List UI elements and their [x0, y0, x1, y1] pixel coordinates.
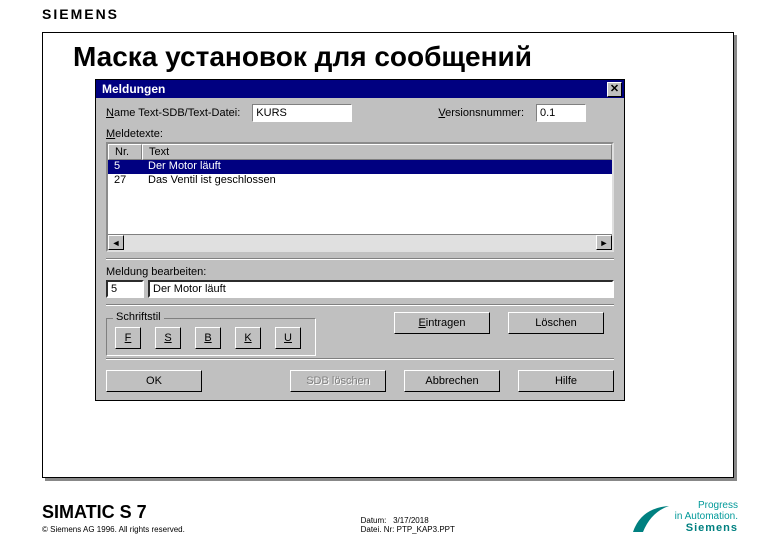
col-nr: Nr.	[108, 144, 142, 160]
swoosh-icon	[631, 504, 671, 534]
scroll-track[interactable]	[124, 235, 596, 250]
style-u-button[interactable]: U	[275, 327, 301, 349]
separator	[106, 258, 614, 260]
scroll-left-icon[interactable]: ◄	[108, 235, 124, 250]
col-text: Text	[142, 144, 612, 160]
ok-button[interactable]: OK	[106, 370, 202, 392]
edit-nr-input[interactable]	[106, 280, 144, 298]
brand-logo: SIEMENS	[42, 6, 119, 22]
style-k-button[interactable]: K	[235, 327, 261, 349]
list-row[interactable]: 5Der Motor läuft	[108, 160, 612, 174]
style-b-button[interactable]: B	[195, 327, 221, 349]
list-row[interactable]: 27Das Ventil ist geschlossen	[108, 174, 612, 188]
list-header: Nr. Text	[108, 144, 612, 160]
schriftstil-group: Schriftstil F S B K U	[106, 318, 316, 356]
row-nr: 27	[108, 174, 142, 188]
abbrechen-button[interactable]: Abbrechen	[404, 370, 500, 392]
close-icon[interactable]: ✕	[607, 82, 622, 97]
copyright: © Siemens AG 1996. All rights reserved.	[42, 525, 185, 534]
separator-2	[106, 304, 614, 306]
version-label: Versionsnummer:	[438, 107, 524, 119]
row-nr: 5	[108, 160, 142, 174]
slide-meta: Datum: 3/17/2018 Datei. Nr: PTP_KAP3.PPT	[361, 516, 455, 534]
row-text: Das Ventil ist geschlossen	[142, 174, 612, 188]
eintragen-button[interactable]: Eintragen	[394, 312, 490, 334]
edit-text-input[interactable]	[148, 280, 614, 298]
meldetexte-label: Meldetexte:	[106, 128, 614, 140]
style-s-button[interactable]: S	[155, 327, 181, 349]
group-title: Schriftstil	[113, 311, 164, 323]
edit-label: Meldung bearbeiten:	[106, 266, 614, 278]
dialog-title: Meldungen	[102, 82, 165, 96]
row-text: Der Motor läuft	[142, 160, 612, 174]
hilfe-button[interactable]: Hilfe	[518, 370, 614, 392]
horizontal-scrollbar[interactable]: ◄ ►	[108, 234, 612, 250]
style-f-button[interactable]: F	[115, 327, 141, 349]
name-input[interactable]	[252, 104, 352, 122]
version-input[interactable]	[536, 104, 586, 122]
product-name: SIMATIC S 7	[42, 502, 185, 523]
dialog-titlebar: Meldungen ✕	[96, 80, 624, 98]
slide-frame: Маска установок для сообщений Meldungen …	[42, 32, 734, 478]
slide-footer: SIMATIC S 7 © Siemens AG 1996. All right…	[42, 500, 738, 534]
message-list[interactable]: Nr. Text 5Der Motor läuft27Das Ventil is…	[106, 142, 614, 252]
sdb-loeschen-button[interactable]: SDB löschen	[290, 370, 386, 392]
name-label: Name Text-SDB/Text-Datei:	[106, 107, 240, 119]
progress-logo: Progress in Automation. Siemens	[631, 500, 738, 534]
slide-title: Маска установок для сообщений	[73, 41, 733, 73]
meldungen-dialog: Meldungen ✕ Name Text-SDB/Text-Datei: Ve…	[95, 79, 625, 401]
loeschen-button[interactable]: Löschen	[508, 312, 604, 334]
scroll-right-icon[interactable]: ►	[596, 235, 612, 250]
separator-3	[106, 358, 614, 360]
